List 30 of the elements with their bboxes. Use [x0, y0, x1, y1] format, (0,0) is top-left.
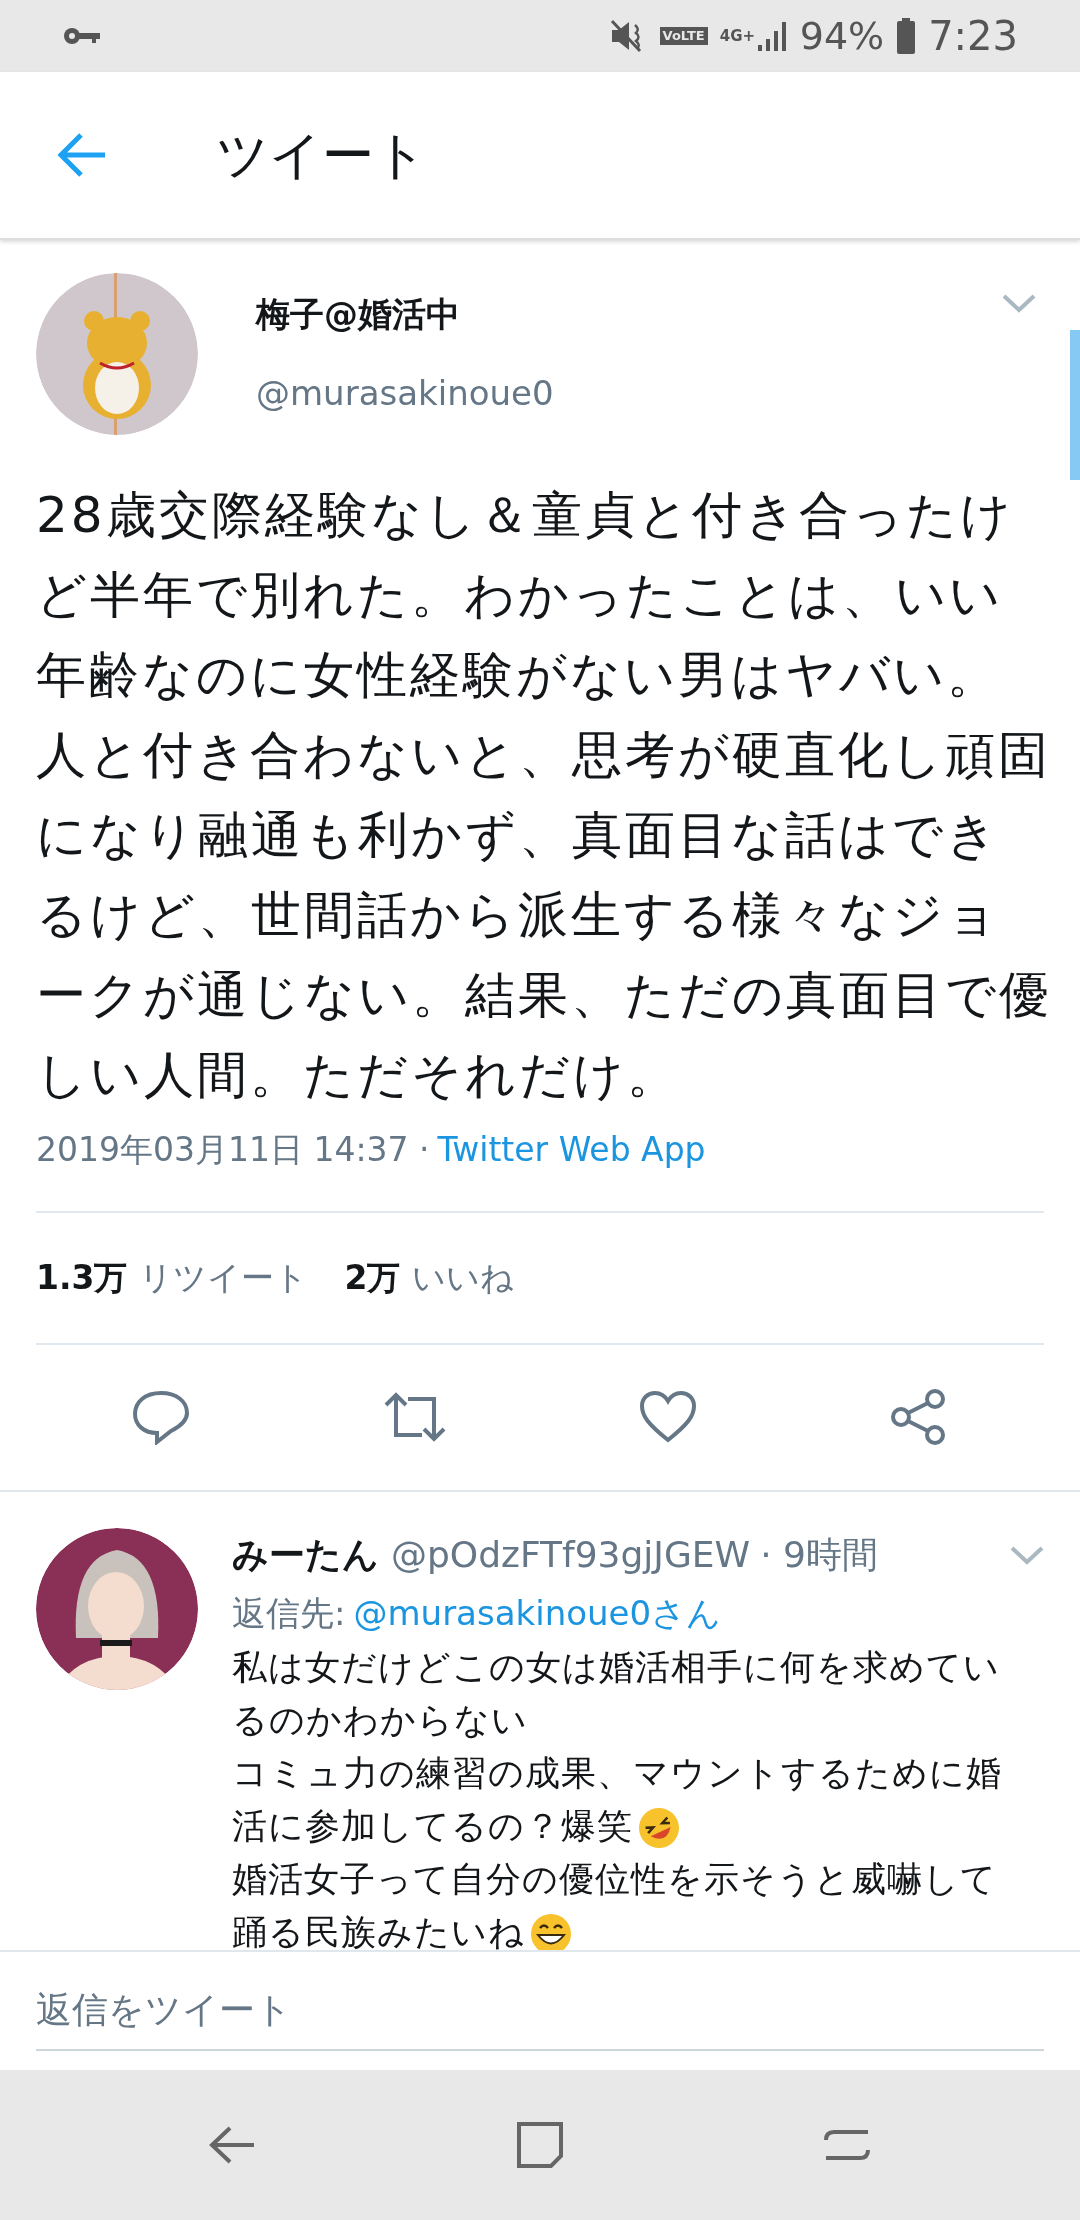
stat-count: 2万: [344, 1256, 401, 1299]
laughing-face-icon: [637, 1805, 681, 1850]
reply-text: コミュ力の練習の成果、マウントするために婚活に参加してるの？爆笑: [232, 1746, 1032, 1853]
tweet-timestamp: 2019年03月11日 14:37 ·: [36, 1129, 430, 1171]
key-icon: [62, 26, 102, 46]
source-link[interactable]: Twitter Web App: [437, 1125, 706, 1175]
reply-text: 婚活女子って自分の優位性を示そうと威嚇して踊る民族みたいね: [232, 1857, 998, 1950]
replying-to-label: 返信先:: [232, 1591, 346, 1635]
grinning-face-icon: [529, 1911, 573, 1950]
reply-text: 私は女だけどこの女は婚活相手に何を求めているのかわからない: [232, 1645, 1001, 1742]
volte-label: VoLTE: [659, 27, 708, 45]
page-title: ツイート: [216, 124, 427, 187]
battery-icon: [896, 18, 917, 54]
reply-icon[interactable]: [131, 1389, 192, 1445]
heart-icon[interactable]: [638, 1390, 699, 1444]
stat-count: 1.3万: [36, 1256, 128, 1299]
battery-percent: 94%: [799, 12, 885, 60]
clock: 7:23: [928, 12, 1018, 61]
reply-time: · 9時間: [760, 1532, 878, 1577]
network-label: 4G+: [719, 28, 756, 44]
author-name: 梅子@婚活中: [256, 293, 461, 336]
square-icon[interactable]: [515, 2119, 565, 2170]
stat-label[interactable]: いいね: [412, 1252, 515, 1303]
reply-input-field[interactable]: 返信をツイート: [36, 1970, 1044, 2051]
stat-label[interactable]: リツイート: [139, 1252, 309, 1303]
reply-author-handle: @pOdzFTf93gjJGEW: [391, 1532, 751, 1577]
tweet-text: 28歳交際経験なし＆童貞と付き合ったけど半年で別れた。わかったことは、いい年齢なのに女性経験がない男はヤバい。人と付き合わないと、思考が硬直化し頑固になり融通も利かず、真面目な話はできるけど、世間話から派生する様々なジョークが通じない。結果、ただの真面目で優しい人間。ただそれだけ。: [36, 485, 1052, 1106]
author-handle: @murasakinoue0: [256, 372, 555, 415]
replying-to-link[interactable]: @murasakinoue0さん: [353, 1587, 722, 1639]
reply-author-name: みーたん: [232, 1532, 379, 1577]
